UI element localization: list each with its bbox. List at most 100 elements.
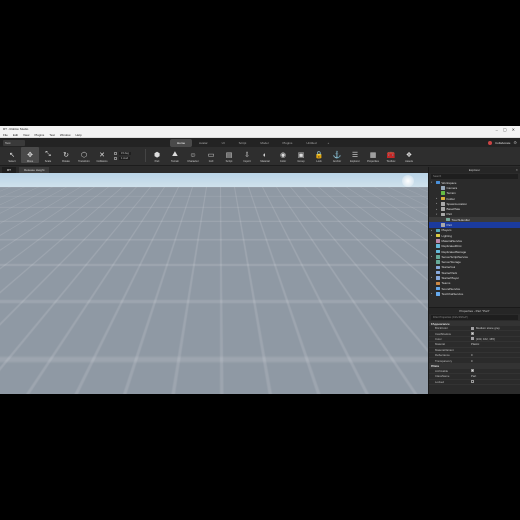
collisions-tool-button[interactable]: ✕ Collisions [93, 147, 111, 163]
menu-plugins[interactable]: Plugins [34, 133, 44, 137]
chevron-right-icon[interactable]: ▸ [431, 234, 434, 237]
transform-tool-button[interactable]: ⬡ Transform [75, 147, 93, 163]
chevron-right-icon[interactable]: ▸ [431, 255, 434, 258]
move-gizmo-y-axis-down[interactable] [218, 317, 220, 347]
explorer-item-label: Lighting [441, 233, 453, 238]
assets-tool-button[interactable]: ❖ Assets [400, 147, 418, 163]
color-swatch[interactable] [471, 337, 474, 341]
character-tool-button[interactable]: ☺ Character [184, 147, 202, 164]
part-tool-button[interactable]: ⬢ Part [148, 147, 166, 163]
explorer-header: Explorer ✕ [429, 167, 520, 173]
move-gizmo-x-right-handle[interactable] [262, 300, 269, 306]
chevron-right-icon[interactable]: ▸ [431, 292, 434, 295]
tab-ui[interactable]: UI [215, 139, 232, 147]
3d-viewport[interactable]: RT Release Height [0, 167, 428, 394]
tab-avatar[interactable]: Avatar [192, 139, 215, 147]
explorer-item-textchatservice[interactable]: ▸ TextChatService [429, 291, 520, 296]
tab-untitled[interactable]: Untitled [299, 139, 323, 147]
collisions-icon: ✕ [99, 152, 105, 159]
property-value-reflectance[interactable]: 0 [471, 353, 520, 357]
window-controls: – ▢ ✕ [496, 127, 517, 132]
terrain-tool-button[interactable]: ⛰ Terrain [166, 147, 184, 163]
property-value-castshadow[interactable] [471, 332, 520, 336]
material-tool-button[interactable]: ◐ Material [256, 147, 274, 164]
mode-dropdown[interactable]: Test [3, 139, 25, 146]
script-tool-button[interactable]: ▤ Script [220, 147, 238, 163]
color-tool-button[interactable]: ◉ Color [274, 147, 292, 163]
tab-model[interactable]: Model [253, 139, 275, 147]
maximize-button[interactable]: ▢ [503, 127, 507, 132]
menu-window[interactable]: Window [60, 133, 71, 137]
property-value-material[interactable]: Plastic [471, 342, 520, 346]
property-value-color[interactable]: [163, 162, 165] [471, 337, 520, 341]
scale-tool-button[interactable]: ⤡ Scale [39, 147, 57, 163]
archivable-checkbox[interactable] [471, 369, 474, 373]
menu-view[interactable]: View [23, 133, 29, 137]
move-gizmo-x-left-handle[interactable] [168, 303, 175, 309]
tab-script[interactable]: Script [232, 139, 254, 147]
rotate-snap-checkbox[interactable] [114, 151, 117, 155]
panel-close-icon[interactable]: ✕ [515, 168, 518, 172]
part-large-top[interactable] [199, 340, 269, 386]
viewport-tab-release-height[interactable]: Release Height [18, 167, 50, 173]
move-gizmo-y-up-handle[interactable] [215, 251, 223, 257]
chevron-down-icon[interactable]: ▾ [431, 181, 434, 184]
gui-tool-button[interactable]: ▭ GUI [202, 147, 220, 163]
collaborate-button[interactable]: Collaborate [495, 141, 510, 145]
settings-icon[interactable]: ⚙ [513, 140, 517, 145]
part-large-side[interactable] [206, 386, 279, 391]
tab-home[interactable]: Home [170, 138, 193, 147]
chevron-right-icon[interactable]: ▸ [436, 202, 439, 205]
rotate-snap-value[interactable]: 15 deg [119, 151, 131, 155]
move-snap[interactable]: 1 stud [114, 156, 140, 160]
toolbox-tool-button[interactable]: 🧰 Toolbox [382, 147, 400, 163]
explorer-tool-button[interactable]: ☰ Explorer [346, 147, 364, 163]
import-tool-button[interactable]: ⇩ Import [238, 147, 256, 163]
toolbox-tool-label: Toolbox [386, 160, 396, 163]
chevron-down-icon[interactable]: ▾ [436, 213, 439, 216]
anchor-tool-button[interactable]: ⚓ Anchor [328, 147, 346, 163]
move-tool-button[interactable]: ✥ Move [21, 147, 39, 163]
move-snap-checkbox[interactable] [114, 156, 117, 160]
collaborate-area: Collaborate ⚙ [488, 140, 517, 145]
toolbox-icon: 🧰 [386, 152, 396, 159]
locked-checkbox[interactable] [471, 380, 474, 384]
property-value-transparency[interactable]: 0 [471, 359, 520, 363]
group-tool-button[interactable]: ▣ Group [292, 147, 310, 163]
select-tool-button[interactable]: ↖ Select [3, 147, 21, 163]
color-swatch[interactable] [471, 326, 474, 330]
rotate-icon: ↻ [63, 152, 69, 159]
property-value-classname[interactable]: Part [471, 374, 520, 378]
properties-filter-input[interactable]: Filter Properties (Ctrl+Shift+P) [431, 315, 518, 320]
menu-help[interactable]: Help [76, 133, 82, 137]
move-snap-value[interactable]: 1 stud [119, 156, 131, 160]
rotate-tool-button[interactable]: ↻ Rotate [57, 147, 75, 163]
close-button[interactable]: ✕ [512, 127, 515, 132]
menu-file[interactable]: File [3, 133, 8, 137]
chevron-right-icon[interactable]: ▸ [436, 197, 439, 200]
move-gizmo-y-down-handle[interactable] [215, 345, 223, 351]
move-gizmo-y-axis[interactable] [218, 255, 220, 307]
chevron-right-icon[interactable]: ▸ [431, 276, 434, 279]
tab-plugins[interactable]: Plugins [275, 139, 299, 147]
viewport-tab-rt[interactable]: RT [2, 167, 16, 173]
properties-tool-button[interactable]: ▦ Properties [364, 147, 382, 163]
rotate-snap[interactable]: 15 deg [114, 151, 140, 155]
baseplate-icon [441, 207, 445, 211]
property-value-archivable[interactable] [471, 369, 520, 373]
property-value-locked[interactable] [471, 380, 520, 384]
part-icon: ⬢ [153, 152, 161, 159]
lock-tool-button[interactable]: 🔒 Lock [310, 147, 328, 163]
explorer-search-input[interactable]: Search [431, 174, 518, 179]
move-icon: ✥ [27, 152, 33, 159]
castshadow-checkbox[interactable] [471, 332, 474, 336]
property-value-brickcolor[interactable]: Medium stone grey [471, 326, 520, 330]
chevron-right-icon[interactable]: ▸ [431, 229, 434, 232]
chevron-right-icon[interactable]: ▸ [436, 208, 439, 211]
ribbon-tabs: Home Avatar UI Script Model Plugins Untitled + [170, 138, 334, 147]
tab-plus[interactable]: + [324, 139, 334, 147]
menu-test[interactable]: Test [49, 133, 55, 137]
collaborator-avatar[interactable] [488, 140, 493, 145]
menu-edit[interactable]: Edit [13, 133, 18, 137]
minimize-button[interactable]: – [496, 127, 498, 132]
